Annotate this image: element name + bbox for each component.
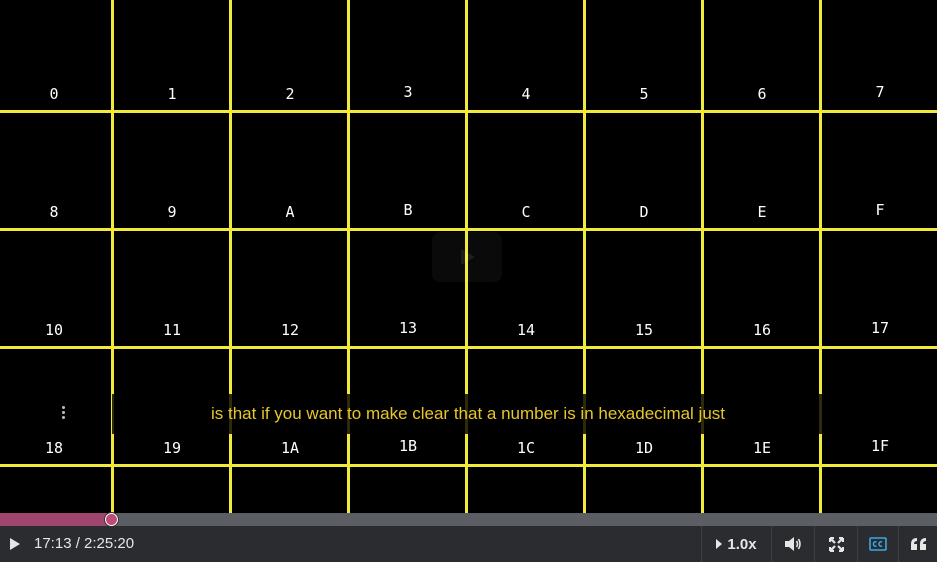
- cell-label: 10: [44, 321, 64, 339]
- speed-label: 1.0x: [727, 535, 757, 553]
- cell-label: 17: [870, 319, 890, 337]
- cell-label: 13: [398, 319, 418, 337]
- grid-vertical-line: [111, 0, 114, 513]
- cell-label: 1B: [398, 437, 418, 455]
- cell-label: 3: [403, 83, 413, 101]
- cell-label: 0: [49, 85, 59, 103]
- closed-captions-button[interactable]: [858, 526, 898, 562]
- grid-horizontal-line: [0, 346, 937, 349]
- control-bar: 17:13 / 2:25:20 1.0x: [0, 526, 937, 562]
- grid-vertical-line: [229, 0, 232, 513]
- grid-vertical-line: [701, 0, 704, 513]
- progress-fill: [0, 513, 112, 526]
- cell-label: E: [757, 203, 767, 221]
- cell-label: 1F: [870, 437, 890, 455]
- cell-label: 5: [639, 85, 649, 103]
- cell-label: 1E: [752, 439, 772, 457]
- cell-label: 15: [634, 321, 654, 339]
- cell-label: 4: [521, 85, 531, 103]
- fullscreen-icon: [828, 536, 844, 552]
- caption-text: is that if you want to make clear that a…: [210, 404, 726, 423]
- play-overlay-icon[interactable]: [432, 232, 502, 282]
- grid-vertical-line: [347, 0, 350, 513]
- cell-label: 19: [162, 439, 182, 457]
- cell-label: 8: [49, 203, 59, 221]
- progress-bar[interactable]: [0, 513, 937, 526]
- cell-label: 9: [167, 203, 177, 221]
- fullscreen-button[interactable]: [815, 526, 857, 562]
- cell-label: 14: [516, 321, 536, 339]
- grid-horizontal-line: [0, 228, 937, 231]
- cell-label: 2: [285, 85, 295, 103]
- grid-vertical-line: [583, 0, 586, 513]
- cell-label: 1: [167, 85, 177, 103]
- closed-captions-icon: [869, 537, 887, 551]
- cell-label: 1A: [280, 439, 300, 457]
- speed-button[interactable]: 1.0x: [702, 526, 770, 562]
- cell-label: 1C: [516, 439, 536, 457]
- grid-vertical-line: [819, 0, 822, 513]
- time-display: 17:13 / 2:25:20: [34, 535, 135, 552]
- cell-label: C: [521, 203, 531, 221]
- speed-caret-icon: [716, 539, 723, 549]
- cell-label: 6: [757, 85, 767, 103]
- volume-button[interactable]: [772, 526, 814, 562]
- cell-label: A: [285, 203, 295, 221]
- transcript-button[interactable]: [899, 526, 937, 562]
- cell-label: 16: [752, 321, 772, 339]
- quote-icon: [910, 538, 926, 550]
- volume-icon: [785, 537, 801, 551]
- grid-horizontal-line: [0, 110, 937, 113]
- cell-label: B: [403, 201, 413, 219]
- play-button[interactable]: [0, 526, 30, 562]
- play-icon: [10, 538, 20, 550]
- caption-menu-icon[interactable]: [61, 406, 67, 422]
- grid-horizontal-line: [0, 464, 937, 467]
- cell-label: 11: [162, 321, 182, 339]
- cell-label: 1D: [634, 439, 654, 457]
- cell-label: 12: [280, 321, 300, 339]
- progress-thumb[interactable]: [105, 513, 119, 526]
- cell-label: 18: [44, 439, 64, 457]
- cell-label: 7: [875, 83, 885, 101]
- video-frame[interactable]: 0 1 2 3 4 5 6 7 8 9 A B C D E F 10 11 12 13 14 15 16 17 18 19 1A 1B…: [0, 0, 937, 513]
- cell-label: D: [639, 203, 649, 221]
- cell-label: F: [875, 201, 885, 219]
